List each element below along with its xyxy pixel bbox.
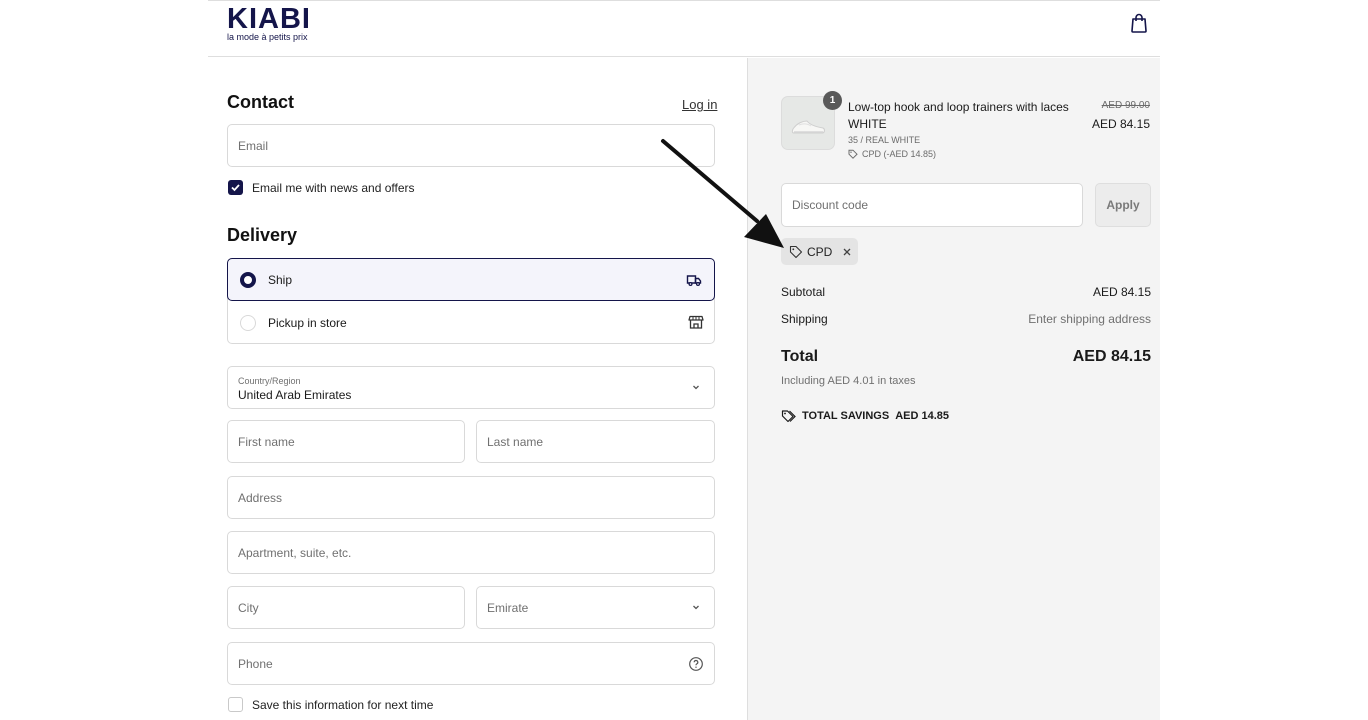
shipping-value: Enter shipping address [1028, 312, 1151, 326]
country-select[interactable]: Country/Region United Arab Emirates [227, 366, 715, 409]
save-info-checkbox-row[interactable]: Save this information for next time [228, 697, 433, 712]
product-color: WHITE [848, 117, 887, 131]
total-label: Total [781, 348, 819, 365]
emirate-select[interactable]: Emirate [476, 586, 715, 629]
emirate-placeholder: Emirate [487, 601, 529, 615]
apartment-field[interactable] [227, 531, 715, 574]
tag-icon [848, 149, 858, 159]
checkout-page: KIABI la mode à petits prix Contact Log … [0, 0, 1368, 720]
shipping-row: Shipping Enter shipping address [781, 312, 1151, 326]
city-input[interactable] [228, 587, 464, 628]
savings-value: AED 14.85 [895, 410, 950, 422]
discount-code-field[interactable] [781, 183, 1083, 227]
pickup-label: Pickup in store [268, 315, 347, 330]
tag-icon [789, 245, 803, 258]
newsletter-checkbox-row[interactable]: Email me with news and offers [228, 180, 415, 195]
first-name-field[interactable] [227, 420, 465, 463]
subtotal-row: Subtotal AED 84.15 [781, 285, 1151, 299]
quantity-badge: 1 [823, 91, 842, 110]
shopping-bag-icon[interactable] [1130, 13, 1148, 33]
checkmark-icon [231, 184, 240, 192]
shipping-label: Shipping [781, 312, 828, 326]
last-name-field[interactable] [476, 420, 715, 463]
truck-icon [686, 275, 702, 287]
discounted-price: AED 84.15 [1091, 117, 1150, 131]
apply-button[interactable]: Apply [1095, 183, 1151, 227]
delivery-option-pickup[interactable]: Pickup in store [228, 301, 716, 344]
contact-heading: Contact [227, 92, 294, 112]
email-input[interactable] [228, 125, 714, 166]
last-name-input[interactable] [477, 421, 714, 462]
pickup-radio[interactable] [240, 314, 256, 331]
remove-discount-icon[interactable] [841, 246, 853, 258]
phone-input[interactable] [228, 643, 714, 684]
email-field[interactable] [227, 124, 715, 167]
chevron-down-icon [693, 385, 699, 390]
applied-discount-chip: CPD [781, 238, 858, 265]
savings-label: TOTAL SAVINGS [802, 410, 890, 422]
tax-note: Including AED 4.01 in taxes [781, 375, 916, 387]
product-variant: 35 / REAL WHITE [848, 135, 921, 145]
subtotal-value: AED 84.15 [1092, 285, 1151, 299]
subtotal-label: Subtotal [781, 285, 826, 299]
total-value: AED 84.15 [1072, 348, 1151, 365]
discount-code-input[interactable] [782, 184, 1082, 226]
total-savings: TOTAL SAVINGS AED 14.85 [781, 409, 949, 423]
ship-radio[interactable] [240, 271, 256, 288]
address-input[interactable] [228, 477, 714, 518]
chevron-down-icon [693, 605, 699, 610]
phone-field[interactable] [227, 642, 715, 685]
address-field[interactable] [227, 476, 715, 519]
help-circle-icon[interactable] [688, 656, 704, 672]
applied-code: CPD [807, 244, 833, 259]
first-name-input[interactable] [228, 421, 464, 462]
tags-icon [781, 410, 796, 423]
apartment-input[interactable] [228, 532, 714, 573]
logo-word: KIABI [227, 3, 311, 35]
original-price: AED 99.00 [1101, 100, 1150, 111]
save-info-label: Save this information for next time [252, 697, 434, 712]
delivery-method-group: Ship Pickup in store [227, 258, 715, 344]
save-info-checkbox[interactable] [228, 697, 243, 712]
country-value: United Arab Emirates [238, 388, 352, 402]
ship-label: Ship [268, 272, 293, 287]
product-name: Low-top hook and loop trainers with lace… [848, 99, 1088, 133]
newsletter-label: Email me with news and offers [252, 180, 415, 195]
header: KIABI la mode à petits prix [208, 1, 1160, 57]
store-icon [688, 315, 704, 329]
product-discount-text: CPD (-AED 14.85) [862, 149, 937, 159]
logo-tagline: la mode à petits prix [227, 32, 308, 42]
checkout-form: Contact Log in Email me with news and of… [208, 58, 747, 720]
delivery-heading: Delivery [227, 225, 298, 245]
total-row: Total AED 84.15 [781, 348, 1151, 366]
delivery-option-ship[interactable]: Ship [227, 258, 715, 301]
product-name-line: Low-top hook and loop trainers with lace… [848, 100, 1069, 114]
country-label: Country/Region [238, 376, 301, 386]
login-link[interactable]: Log in [682, 97, 717, 112]
newsletter-checkbox[interactable] [228, 180, 243, 195]
order-summary: 1 Low-top hook and loop trainers with la… [747, 58, 1160, 720]
kiabi-logo[interactable]: KIABI la mode à petits prix [227, 3, 311, 42]
product-discount: CPD (-AED 14.85) [848, 149, 936, 159]
city-field[interactable] [227, 586, 465, 629]
